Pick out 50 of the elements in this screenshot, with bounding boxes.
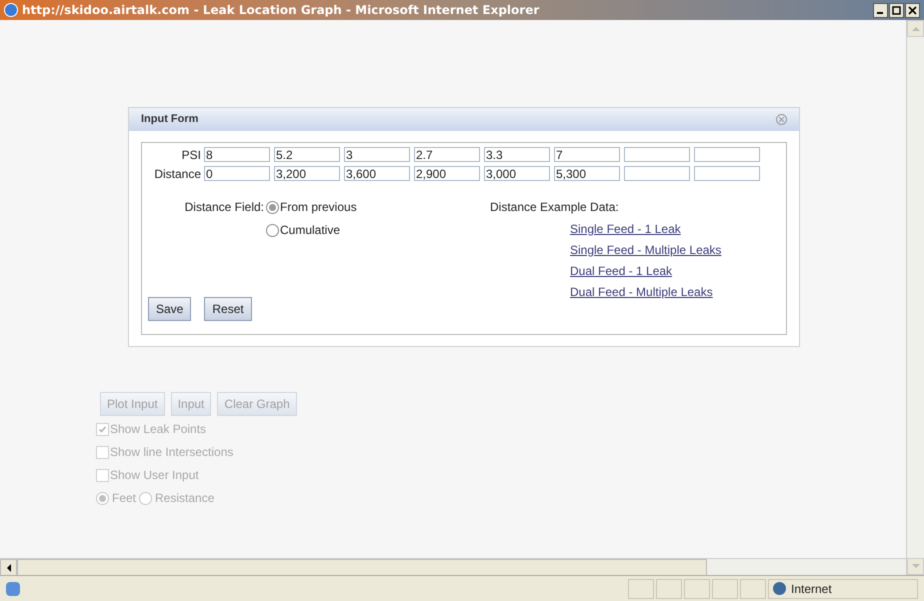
row-label: PSI (180, 146, 201, 164)
check-icon (98, 424, 107, 434)
form-button[interactable]: Reset (204, 297, 252, 321)
status-pane (656, 578, 682, 598)
value-field[interactable]: 3,200 (274, 166, 340, 181)
value-field[interactable]: 3,000 (484, 166, 550, 181)
zone-label: Internet (791, 580, 832, 598)
browser-icon (4, 3, 18, 17)
radio-label: Cumulative (280, 222, 340, 239)
globe-icon (773, 582, 786, 595)
checkbox-label: Show User Input (110, 467, 199, 484)
radio-button[interactable] (266, 200, 279, 214)
status-pane (684, 578, 710, 598)
value-field[interactable] (624, 166, 690, 181)
value-field[interactable] (694, 166, 760, 181)
value-field[interactable]: 3 (344, 147, 410, 162)
status-pane (712, 578, 738, 598)
value-field[interactable]: 5,300 (554, 166, 620, 181)
dialog-title: Input Form (141, 112, 198, 128)
status-pane (740, 578, 766, 598)
close-icon[interactable] (905, 2, 920, 18)
value-field[interactable] (694, 147, 760, 162)
checkbox-label: Show line Intersections (110, 444, 234, 461)
value-field[interactable]: 0 (204, 166, 270, 181)
checkbox-label: Show Leak Points (110, 421, 206, 438)
window-title: http://skidoo.airtalk.com - Leak Location Graph - Microsoft Internet Explorer (22, 2, 540, 19)
value-field[interactable]: 2.7 (414, 147, 480, 162)
distance-field-label: Distance Field: (184, 199, 265, 216)
value-field[interactable]: 7 (554, 147, 620, 162)
example-link[interactable]: Single Feed - 1 Leak (570, 220, 722, 238)
form-button[interactable]: Save (148, 297, 192, 321)
example-link[interactable]: Single Feed - Multiple Leaks (570, 241, 722, 259)
minimize-icon[interactable] (873, 2, 888, 18)
value-field[interactable]: 5.2 (274, 147, 340, 162)
maximize-icon[interactable] (889, 2, 904, 18)
value-field[interactable]: 2,900 (414, 166, 480, 181)
radio-label: Feet (112, 490, 136, 507)
status-pane (628, 578, 654, 598)
row-label: Distance (153, 166, 201, 182)
value-field[interactable]: 3,600 (344, 166, 410, 181)
example-link[interactable]: Dual Feed - Multiple Leaks (570, 283, 722, 301)
example-link[interactable]: Dual Feed - 1 Leak (570, 262, 722, 280)
value-field[interactable]: 8 (204, 147, 270, 162)
page-icon (6, 582, 20, 596)
radio-button[interactable] (266, 224, 279, 236)
value-field[interactable] (624, 147, 690, 162)
examples-label: Distance Example Data: (490, 199, 620, 216)
value-field[interactable]: 3.3 (484, 147, 550, 162)
radio-label: Resistance (155, 490, 214, 507)
radio-label: From previous (280, 199, 357, 216)
